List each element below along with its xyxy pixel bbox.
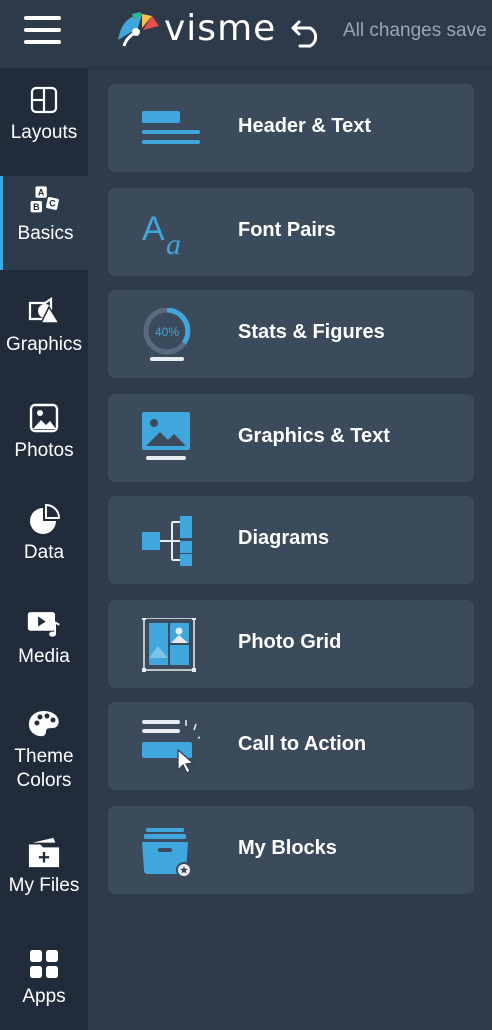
pie-chart-icon bbox=[27, 503, 61, 537]
card-font-pairs[interactable]: A a Font Pairs bbox=[108, 188, 474, 276]
basics-panel: Header & Text A a Font Pairs 40% Stats &… bbox=[88, 69, 492, 1030]
card-label: Stats & Figures bbox=[238, 321, 385, 343]
photo-icon bbox=[27, 401, 61, 435]
sidebar-item-label: My Files bbox=[8, 875, 80, 896]
sidebar-item-theme-colors[interactable]: Theme Colors bbox=[0, 707, 88, 807]
media-icon bbox=[27, 607, 61, 641]
card-label: Photo Grid bbox=[238, 631, 342, 653]
visme-logo-mark-icon bbox=[118, 12, 159, 47]
card-label: My Blocks bbox=[238, 837, 337, 859]
sidebar-item-layouts[interactable]: Layouts bbox=[0, 83, 88, 163]
layouts-icon bbox=[27, 83, 61, 117]
sidebar-item-photos[interactable]: Photos bbox=[0, 401, 88, 481]
card-diagrams[interactable]: Diagrams bbox=[108, 496, 474, 584]
diagram-icon bbox=[142, 516, 192, 566]
graphics-icon bbox=[27, 295, 61, 329]
left-sidebar: Layouts A B C Basics Graphics Photos Dat… bbox=[0, 69, 88, 1030]
visme-logo-text: visme bbox=[164, 8, 277, 49]
card-my-blocks[interactable]: My Blocks bbox=[108, 806, 474, 894]
svg-text:a: a bbox=[166, 228, 181, 260]
sidebar-item-label: Basics bbox=[17, 223, 74, 244]
svg-text:B: B bbox=[33, 202, 40, 212]
apps-grid-icon bbox=[27, 947, 61, 981]
palette-icon bbox=[27, 707, 61, 741]
font-pairs-icon: A a bbox=[142, 210, 181, 260]
undo-icon[interactable] bbox=[290, 16, 324, 48]
stat-value: 40% bbox=[155, 325, 179, 339]
call-to-action-icon bbox=[142, 720, 200, 774]
save-status-text: All changes save bbox=[343, 20, 487, 41]
sidebar-item-apps[interactable]: Apps bbox=[0, 947, 88, 1027]
graphics-text-icon bbox=[142, 412, 190, 460]
svg-text:C: C bbox=[49, 199, 56, 209]
card-label: Graphics & Text bbox=[238, 425, 390, 447]
svg-text:A: A bbox=[37, 187, 44, 197]
sidebar-item-my-files[interactable]: My Files bbox=[0, 836, 88, 916]
sidebar-item-graphics[interactable]: Graphics bbox=[0, 295, 88, 375]
card-stats-figures[interactable]: 40% Stats & Figures bbox=[108, 290, 474, 378]
card-graphics-text[interactable]: Graphics & Text bbox=[108, 394, 474, 482]
card-label: Diagrams bbox=[238, 527, 330, 549]
sidebar-item-label: Graphics bbox=[5, 334, 83, 355]
stats-figures-icon: 40% bbox=[143, 308, 191, 361]
folder-icon bbox=[27, 836, 61, 870]
sidebar-item-basics[interactable]: A B C Basics bbox=[0, 176, 88, 270]
svg-text:A: A bbox=[142, 210, 165, 248]
top-bar: visme All changes save bbox=[0, 0, 492, 69]
card-label: Call to Action bbox=[238, 733, 367, 755]
sidebar-item-media[interactable]: Media bbox=[0, 607, 88, 687]
card-call-to-action[interactable]: Call to Action bbox=[108, 702, 474, 790]
sidebar-item-data[interactable]: Data bbox=[0, 503, 88, 583]
abc-blocks-icon: A B C bbox=[29, 184, 63, 218]
sidebar-item-label: Layouts bbox=[10, 122, 78, 143]
sidebar-item-label: Media bbox=[18, 646, 70, 667]
sidebar-item-label: Data bbox=[23, 542, 65, 563]
sidebar-item-label: Theme Colors bbox=[14, 746, 74, 791]
sidebar-item-label: Photos bbox=[14, 440, 74, 461]
card-label: Font Pairs bbox=[238, 219, 336, 241]
card-label: Header & Text bbox=[238, 115, 372, 137]
sidebar-item-label: Apps bbox=[22, 986, 66, 1007]
my-blocks-icon bbox=[142, 828, 192, 878]
card-header-text[interactable]: Header & Text bbox=[108, 84, 474, 172]
visme-logo[interactable]: visme bbox=[112, 10, 276, 48]
header-text-icon bbox=[142, 111, 200, 144]
photo-grid-icon bbox=[142, 618, 196, 672]
hamburger-menu-icon[interactable] bbox=[24, 16, 62, 46]
card-photo-grid[interactable]: Photo Grid bbox=[108, 600, 474, 688]
